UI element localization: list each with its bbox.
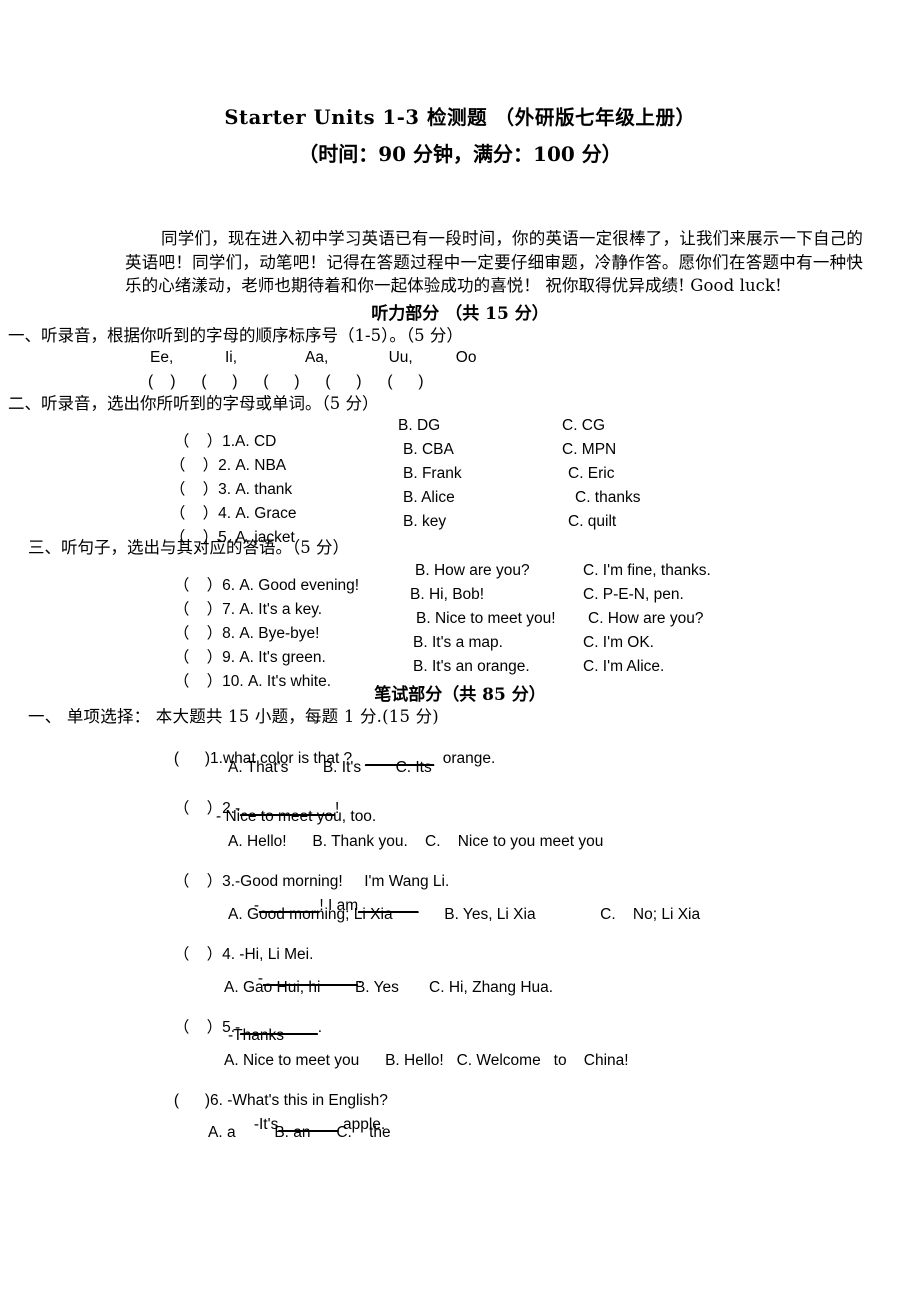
question-options[interactable]: A. Good morning; Li Xia B. Yes, Li Xia C… bbox=[228, 907, 700, 923]
listening-section-header: 听力部分 （共 15 分） bbox=[371, 303, 549, 324]
option-c[interactable]: C. I'm fine, thanks. bbox=[583, 563, 711, 579]
option-b[interactable]: B. Nice to meet you! bbox=[416, 611, 556, 627]
page-subtitle: （时间：90 分钟，满分：100 分） bbox=[298, 142, 622, 167]
option-c[interactable]: C. Eric bbox=[568, 466, 615, 482]
answer-box[interactable]: （ ） bbox=[174, 1019, 222, 1036]
option-b[interactable]: B. Hi, Bob! bbox=[410, 587, 484, 603]
answer-box[interactable]: （ ） bbox=[174, 800, 222, 817]
written-section-header: 笔试部分（共 85 分） bbox=[374, 684, 546, 705]
option-c[interactable]: C. quilt bbox=[568, 514, 616, 530]
answer-box[interactable]: （ ） bbox=[170, 529, 218, 546]
question-options[interactable]: A. Gao Hui, hi B. Yes C. Hi, Zhang Hua. bbox=[224, 980, 553, 996]
written-part1-instruction: 一、 单项选择： 本大题共 15 小题，每题 1 分.(15 分) bbox=[28, 707, 439, 726]
listening-part2-instruction: 二、听录音，选出你所听到的字母或单词。（5 分） bbox=[8, 393, 379, 413]
option-c[interactable]: C. How are you? bbox=[588, 611, 703, 627]
list-item[interactable]: （ ）5. A. jacket bbox=[144, 514, 295, 561]
listening-part2-list: （ ）1.A. CD B. DG C. CG （ ）2. A. NBA B. C… bbox=[0, 414, 920, 545]
question-stem-tail: orange. bbox=[442, 749, 496, 767]
intro-paragraph: 同学们，现在进入初中学习英语已有一段时间，你的英语一定很棒了，让我们来展示一下自… bbox=[125, 229, 863, 296]
item-number: 5. bbox=[218, 528, 236, 546]
answer-box[interactable]: （ ） bbox=[174, 946, 222, 963]
option-c[interactable]: C. CG bbox=[562, 418, 605, 434]
question-stem-tail: . bbox=[317, 1018, 323, 1036]
option-b[interactable]: B. DG bbox=[398, 418, 440, 434]
question-options[interactable]: A. That's B. It's C. Its bbox=[228, 760, 432, 776]
option-c[interactable]: C. I'm Alice. bbox=[583, 659, 664, 675]
answer-box[interactable]: （ ） bbox=[174, 673, 222, 690]
option-b[interactable]: B. It's a map. bbox=[413, 635, 503, 651]
written-question-list: ( )1.what color is that ? ________ orang… bbox=[0, 727, 920, 1147]
option-b[interactable]: B. Alice bbox=[403, 490, 455, 506]
exam-page: Starter Units 1-3 检测题 （外研版七年级上册） （时间：90 … bbox=[0, 0, 920, 1302]
option-c[interactable]: C. P-E-N, pen. bbox=[583, 587, 684, 603]
question-reply: -Thanks bbox=[228, 1027, 284, 1045]
option-b[interactable]: B. It's an orange. bbox=[413, 659, 530, 675]
page-title: Starter Units 1-3 检测题 （外研版七年级上册） bbox=[224, 106, 696, 129]
option-b[interactable]: B. CBA bbox=[403, 442, 454, 458]
question-options[interactable]: A. Hello! B. Thank you. C. Nice to you m… bbox=[228, 834, 603, 850]
listening-part3-list: （ ）6. A. Good evening! B. How are you? C… bbox=[0, 559, 920, 690]
option-a[interactable]: A. It's white. bbox=[248, 673, 331, 690]
option-a[interactable]: A. jacket bbox=[235, 529, 294, 546]
question-options[interactable]: A. Nice to meet you B. Hello! C. Welcome… bbox=[224, 1053, 629, 1069]
answer-box[interactable]: （ ） bbox=[174, 873, 222, 890]
answer-box[interactable]: ( ) bbox=[174, 750, 210, 767]
letter-order-blanks[interactable]: ( ) ( ) ( ) ( ) ( ) bbox=[0, 370, 920, 393]
answer-box[interactable]: ( ) bbox=[174, 1092, 210, 1109]
list-item[interactable]: （ ）10. A. It's white. bbox=[148, 659, 331, 706]
option-b[interactable]: B. key bbox=[403, 514, 446, 530]
letter-order-letters: Ee, Ii, Aa, Uu, Oo bbox=[150, 349, 477, 367]
question-reply: - Nice to meet you, too. bbox=[216, 808, 377, 826]
item-number: 10. bbox=[222, 673, 248, 691]
question-options[interactable]: A. a B. an C. the bbox=[208, 1125, 391, 1141]
option-b[interactable]: B. Frank bbox=[403, 466, 462, 482]
option-c[interactable]: C. MPN bbox=[562, 442, 616, 458]
option-c[interactable]: C. I'm OK. bbox=[583, 635, 654, 651]
option-c[interactable]: C. thanks bbox=[575, 490, 640, 506]
option-b[interactable]: B. How are you? bbox=[415, 563, 530, 579]
listening-part1-instruction: 一、听录音，根据你听到的字母的顺序标序号（1-5）。（5 分） bbox=[8, 325, 463, 345]
listening-part3-instruction: 三、听句子，选出与其对应的答语。（5 分） bbox=[28, 538, 349, 558]
